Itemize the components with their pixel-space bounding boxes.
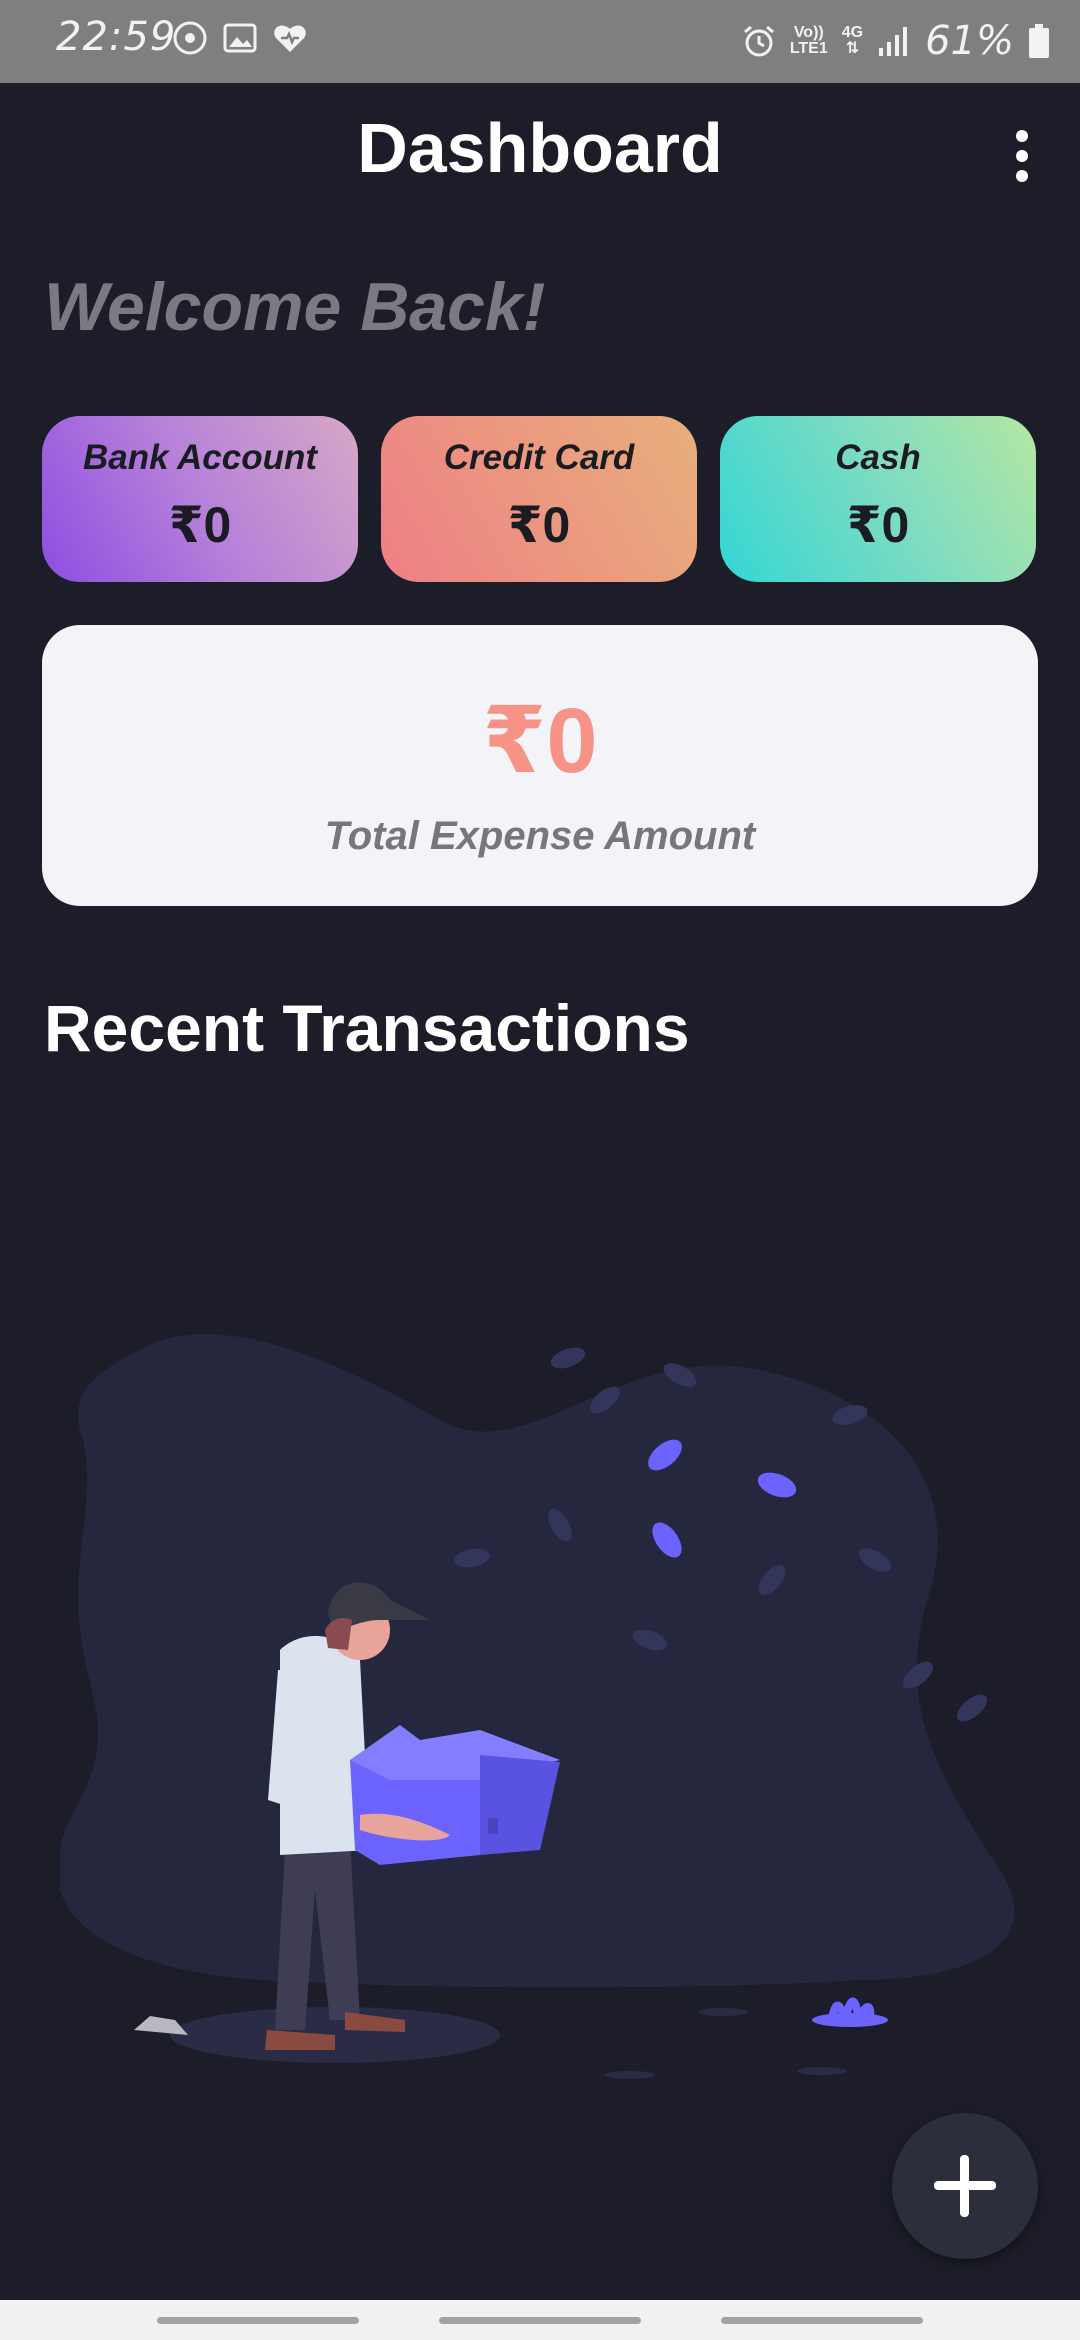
recent-transactions-heading: Recent Transactions	[44, 991, 690, 1065]
total-expense-card: ₹0 Total Expense Amount	[42, 625, 1038, 906]
volte-indicator: Vo)) LTE1	[789, 24, 828, 57]
card-label: Cash	[835, 438, 921, 477]
network-type: 4G ⇅	[841, 24, 864, 57]
welcome-text: Welcome Back!	[44, 269, 546, 345]
status-bar: 22:59 Vo)) LTE1 4G ⇅ 61%	[0, 0, 1080, 83]
signal-icon	[879, 27, 908, 56]
empty-state-illustration	[60, 1334, 1015, 2079]
overflow-menu-icon[interactable]	[1006, 130, 1038, 186]
credit-card-card[interactable]: Credit Card ₹0	[381, 416, 697, 582]
nav-back-gesture[interactable]	[721, 2317, 923, 2324]
card-label: Credit Card	[443, 438, 635, 477]
status-time: 22:59	[56, 14, 177, 60]
add-transaction-button[interactable]	[892, 2113, 1038, 2259]
nav-recents-gesture[interactable]	[157, 2317, 359, 2324]
card-amount: ₹0	[168, 497, 232, 553]
card-amount: ₹0	[507, 497, 571, 553]
cash-card[interactable]: Cash ₹0	[720, 416, 1036, 582]
health-icon	[274, 25, 306, 52]
gallery-icon	[223, 23, 257, 53]
alarm-icon	[743, 25, 774, 57]
card-label: Bank Account	[82, 438, 317, 477]
battery-percent: 61%	[925, 18, 1014, 64]
card-amount: ₹0	[846, 497, 910, 553]
system-nav-bar	[0, 2300, 1080, 2340]
nav-home-gesture[interactable]	[439, 2317, 641, 2324]
bank-account-card[interactable]: Bank Account ₹0	[42, 416, 358, 582]
music-icon	[173, 21, 207, 55]
battery-icon	[1029, 24, 1049, 58]
total-expense-label: Total Expense Amount	[324, 814, 756, 858]
total-expense-amount: ₹0	[482, 690, 598, 792]
page-title: Dashboard	[357, 109, 723, 187]
